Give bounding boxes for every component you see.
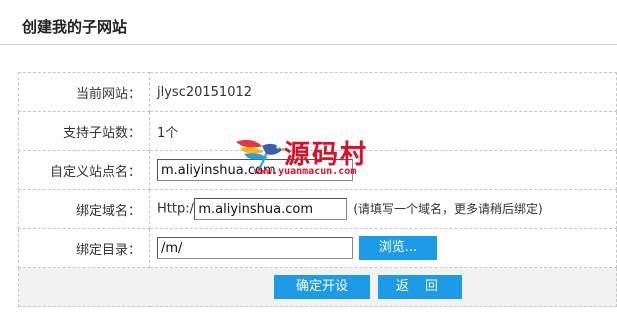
domain-hint: (请填写一个域名，更多请稍后绑定) xyxy=(353,201,543,216)
directory-input[interactable] xyxy=(157,237,353,259)
subsite-count-label: 支持子站数： xyxy=(18,111,150,151)
row-current-site: 当前网站： jlysc20151012 xyxy=(18,72,617,112)
row-domain: 绑定域名： Http:// (请填写一个域名，更多请稍后绑定) xyxy=(18,189,617,229)
row-directory: 绑定目录： 浏览... xyxy=(18,228,617,268)
domain-cell: Http:// (请填写一个域名，更多请稍后绑定) xyxy=(149,189,617,229)
directory-label: 绑定目录： xyxy=(18,228,150,268)
watermark-url: www.yuanmacun.com xyxy=(254,166,357,177)
current-site-label: 当前网站： xyxy=(18,72,150,112)
back-button[interactable]: 返 回 xyxy=(378,275,462,299)
confirm-create-button[interactable]: 确定开设 xyxy=(274,275,370,299)
domain-input[interactable] xyxy=(194,198,348,220)
subsite-form: 当前网站： jlysc20151012 支持子站数： 1个 自定义站点名： 绑定… xyxy=(18,72,617,307)
domain-label: 绑定域名： xyxy=(18,189,150,229)
watermark: 源码村 www.yuanmacun.com xyxy=(232,132,392,180)
site-name-label: 自定义站点名： xyxy=(18,150,150,190)
title-divider xyxy=(0,44,617,45)
page-title: 创建我的子网站 xyxy=(22,18,128,36)
directory-cell: 浏览... xyxy=(149,228,617,268)
domain-prefix: Http:// xyxy=(157,201,199,217)
browse-button[interactable]: 浏览... xyxy=(359,236,437,260)
current-site-value: jlysc20151012 xyxy=(149,72,617,112)
